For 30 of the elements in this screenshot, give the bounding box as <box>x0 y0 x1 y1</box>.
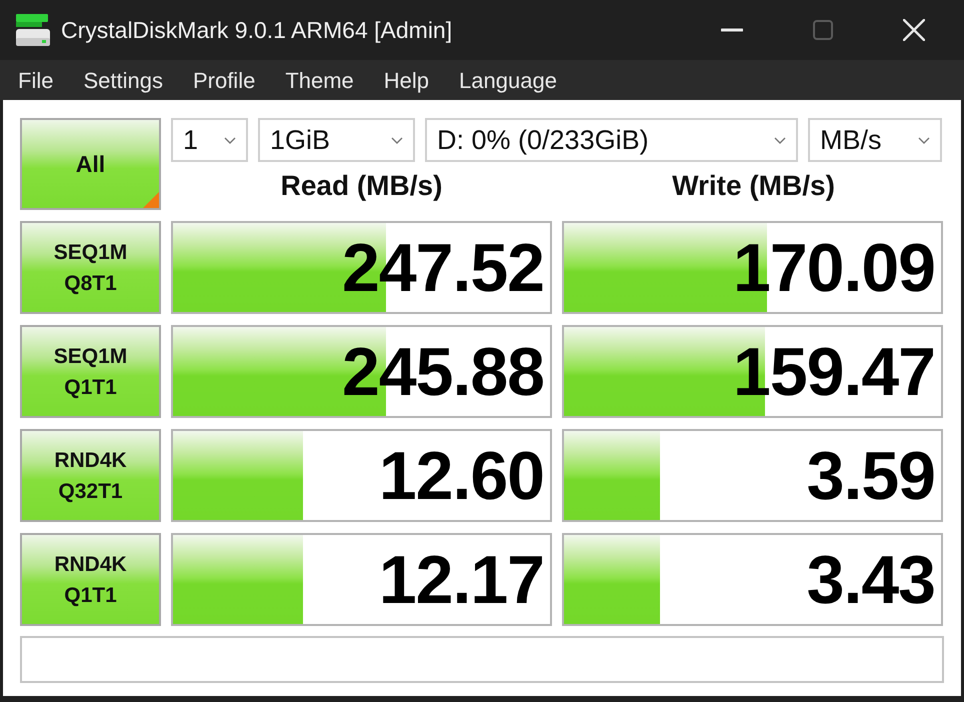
dropdown[interactable]: 1 <box>171 118 248 162</box>
close-icon[interactable] <box>903 19 925 41</box>
window-title: CrystalDiskMark 9.0.1 ARM64 [Admin] <box>61 16 452 45</box>
dropdown[interactable]: 1GiB <box>258 118 415 162</box>
menu-item[interactable]: Help <box>384 64 430 96</box>
menu-item[interactable]: Settings <box>83 64 163 96</box>
test-button[interactable]: RND4K Q32T1 <box>20 429 161 522</box>
chevron-down-icon <box>224 136 236 144</box>
test-button[interactable]: SEQ1M Q1T1 <box>20 325 161 418</box>
test-button[interactable]: RND4K Q1T1 <box>20 533 161 626</box>
result-value: 3.43 <box>806 546 935 614</box>
all-button[interactable]: All <box>20 118 161 210</box>
chevron-down-icon <box>391 136 403 144</box>
chevron-down-icon <box>774 136 786 144</box>
menu-item[interactable]: Profile <box>192 64 256 96</box>
column-header: Write (MB/s) <box>672 169 835 203</box>
corner-triangle-icon <box>143 192 159 208</box>
result-value: 12.60 <box>378 442 544 510</box>
menu-item[interactable]: Language <box>459 64 557 96</box>
drive-icon <box>15 13 51 47</box>
chevron-down-icon <box>918 136 930 144</box>
test-button[interactable]: SEQ1M Q8T1 <box>20 221 161 314</box>
menu-item[interactable]: File <box>18 64 54 96</box>
menu-item[interactable]: Theme <box>285 64 354 96</box>
minimize-icon[interactable] <box>721 28 743 32</box>
column-header: Read (MB/s) <box>280 169 442 203</box>
result-value: 3.59 <box>806 442 935 510</box>
dropdown[interactable]: D: 0% (0/233GiB) <box>425 118 798 162</box>
dropdown[interactable]: MB/s <box>808 118 942 162</box>
result-value: 12.17 <box>378 546 544 614</box>
